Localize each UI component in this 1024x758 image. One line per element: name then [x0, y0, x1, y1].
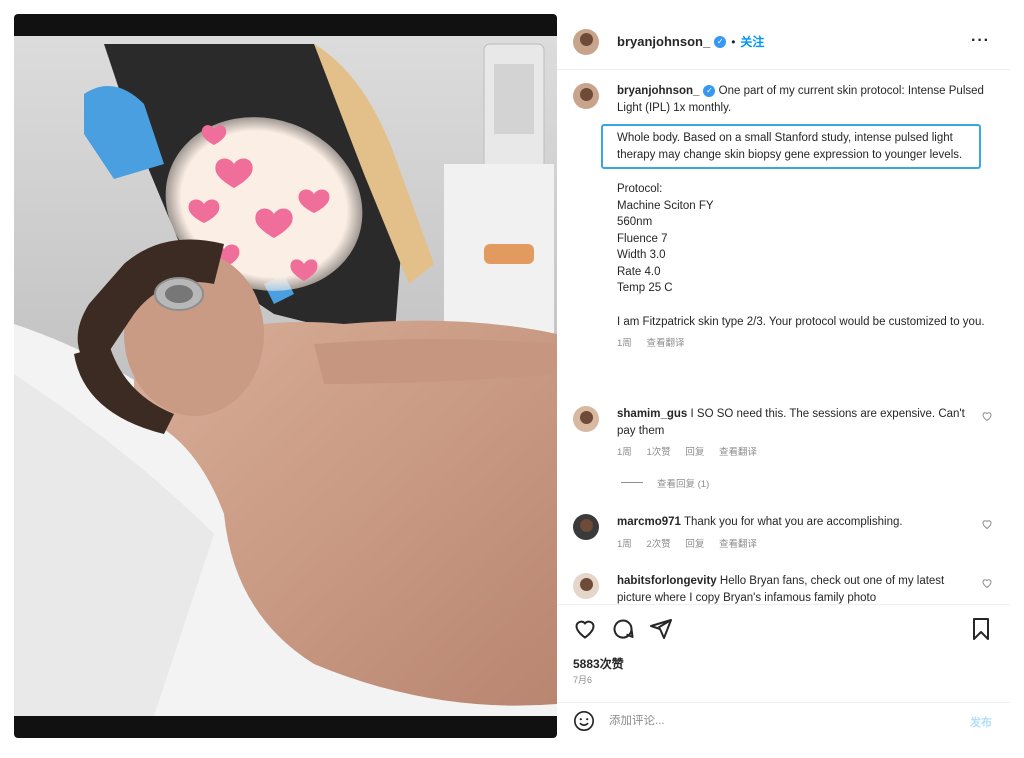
comment-text: marcmo971 Thank you for what you are acc… — [617, 514, 967, 553]
protocol-line: Rate 4.0 — [617, 265, 661, 278]
save-button[interactable] — [970, 617, 992, 641]
protocol-line: Machine Sciton FY — [617, 199, 714, 212]
comment-likes[interactable]: 2次赞 — [646, 539, 670, 550]
comment-time: 1周 — [617, 538, 632, 550]
post-image — [14, 36, 557, 716]
more-options-icon[interactable]: ··· — [971, 32, 990, 50]
comment-heart-icon[interactable] — [981, 518, 993, 530]
post-details-panel: bryanjohnson_ ✓ • 关注 ··· bryanjohnson_ ✓ … — [557, 14, 1010, 738]
caption-avatar[interactable] — [573, 83, 599, 109]
follow-button[interactable]: 关注 — [740, 33, 764, 50]
protocol-list: Protocol: Machine Sciton FY 560nm Fluenc… — [617, 181, 993, 297]
comment-text: habitsforlongevity Hello Bryan fans, che… — [617, 573, 967, 604]
likes-count[interactable]: 5883次赞 — [573, 655, 624, 672]
commenter-username[interactable]: shamim_gus — [617, 408, 687, 420]
comment-time: 1周 — [617, 447, 632, 458]
action-icons-group — [573, 617, 673, 641]
separator-dot: • — [731, 34, 736, 49]
post-actions: 5883次赞 7月6 — [557, 604, 1010, 714]
caption-text: bryanjohnson_ ✓ One part of my current sk… — [601, 83, 993, 353]
view-replies-link[interactable]: 查看回复 (1) — [621, 476, 993, 490]
caption-time: 1周 — [617, 338, 632, 349]
post-comment-button[interactable]: 发布 — [970, 714, 992, 730]
comment-meta: 1周 1次赞 回复 查看翻译 — [617, 445, 967, 462]
see-translation-link[interactable]: 查看翻译 — [719, 447, 757, 458]
caption-meta: 1周 查看翻译 — [617, 336, 993, 353]
protocol-line: Width 3.0 — [617, 249, 666, 261]
see-translation-link[interactable]: 查看翻译 — [719, 539, 757, 550]
protocol-line: Protocol: — [617, 183, 663, 195]
commenter-username[interactable]: habitsforlongevity — [617, 575, 717, 587]
commenter-avatar[interactable] — [573, 406, 599, 432]
comments-scroll-area[interactable]: bryanjohnson_ ✓ One part of my current sk… — [557, 71, 1010, 604]
caption-username[interactable]: bryanjohnson_ — [617, 85, 699, 97]
author-avatar[interactable] — [573, 28, 599, 55]
comment-item: habitsforlongevity Hello Bryan fans, che… — [573, 573, 993, 604]
comment-body: Thank you for what you are accomplishing… — [683, 516, 903, 528]
comment-heart-icon[interactable] — [981, 577, 993, 589]
post-photo — [14, 14, 557, 738]
reply-button[interactable]: 回复 — [685, 539, 704, 550]
heart-icon[interactable] — [573, 617, 597, 641]
commenter-avatar[interactable] — [573, 514, 599, 540]
see-translation-link[interactable]: 查看翻译 — [646, 338, 684, 349]
author-username[interactable]: bryanjohnson_ — [617, 34, 710, 49]
post-date: 7月6 — [573, 675, 593, 685]
fitzpatrick-note: I am Fitzpatrick skin type 2/3. Your pro… — [617, 315, 985, 328]
post-caption: bryanjohnson_ ✓ One part of my current sk… — [573, 83, 993, 353]
protocol-line: 560nm — [617, 216, 653, 228]
commenter-avatar[interactable] — [573, 573, 599, 599]
commenter-username[interactable]: marcmo971 — [617, 516, 681, 528]
protocol-line: Temp 25 C — [617, 282, 673, 294]
add-comment-bar: 发布 — [557, 702, 1010, 738]
reply-button[interactable]: 回复 — [685, 447, 704, 458]
verified-icon: ✓ — [714, 35, 727, 48]
comment-input[interactable] — [609, 714, 939, 727]
comment-meta: 1周 2次赞 回复 查看翻译 — [617, 537, 967, 554]
comment-item: shamim_gus I SO SO need this. The sessio… — [573, 406, 993, 490]
verified-icon: ✓ — [703, 84, 716, 97]
emoji-icon[interactable] — [573, 710, 595, 732]
post-header: bryanjohnson_ ✓ • 关注 ··· — [557, 14, 1010, 70]
comment-icon[interactable] — [611, 617, 635, 641]
share-icon[interactable] — [649, 617, 673, 641]
caption-highlight: Whole body. Based on a small Stanford st… — [601, 124, 981, 169]
comment-item: marcmo971 Thank you for what you are acc… — [573, 514, 993, 553]
comment-likes[interactable]: 1次赞 — [646, 447, 670, 458]
comment-text: shamim_gus I SO SO need this. The sessio… — [617, 406, 967, 462]
caption-highlight-text: Whole body. Based on a small Stanford st… — [617, 132, 963, 161]
comment-heart-icon[interactable] — [981, 410, 993, 422]
bookmark-icon[interactable] — [970, 617, 992, 641]
protocol-line: Fluence 7 — [617, 232, 668, 245]
